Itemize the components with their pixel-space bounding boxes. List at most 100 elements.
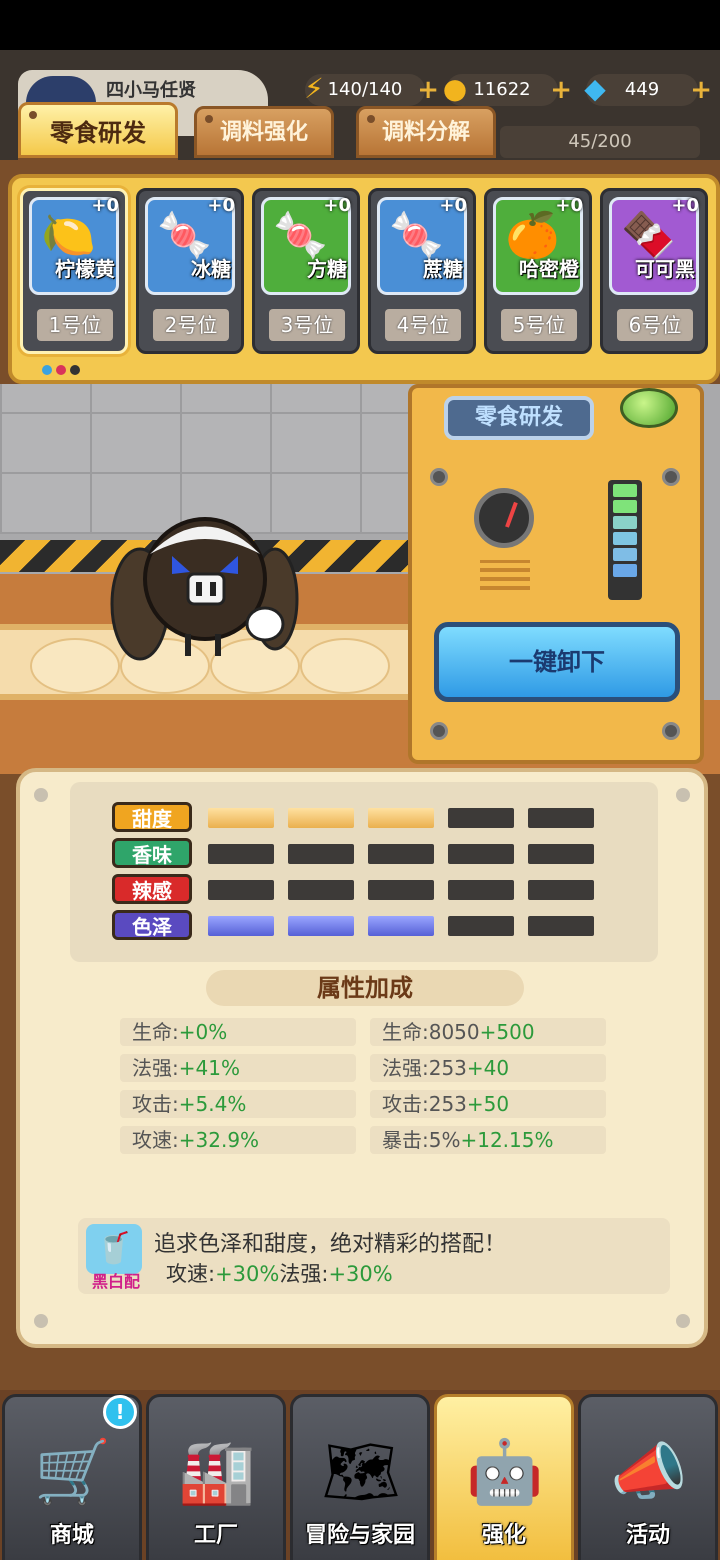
tab-label: 零食研发: [50, 119, 146, 147]
attribute-segment: [368, 844, 434, 864]
slot-count: +0: [439, 195, 467, 216]
slot-1[interactable]: 🍋 +0 柠檬黄 1号位: [20, 188, 128, 354]
machine-green-button[interactable]: [620, 388, 678, 428]
slot-position: 5号位: [501, 309, 577, 341]
stat-value: +32.9%: [178, 1128, 260, 1152]
megaphone-icon: 📣: [610, 1435, 688, 1508]
attribute-segment: [448, 916, 514, 936]
stat-label: 生命:8050: [382, 1020, 480, 1044]
panel-rivet: [34, 1314, 48, 1328]
belt-roller: [30, 638, 120, 694]
combo-cup-icon: 🥤: [86, 1224, 142, 1274]
slot-position: 6号位: [617, 309, 693, 341]
page-dot: [56, 365, 66, 375]
slot-count: +0: [207, 195, 235, 216]
bolt-icon: [430, 468, 448, 486]
belt-roller: [300, 638, 390, 694]
nav-adventure[interactable]: 🗺 冒险与家园: [290, 1394, 430, 1560]
stat-label: 法强:253: [382, 1056, 467, 1080]
bonus-stat: 暴击:5%+12.15%: [370, 1126, 606, 1154]
page-dot: [42, 365, 52, 375]
slot-2[interactable]: 🍬 +0 冰糖 2号位: [136, 188, 244, 354]
factory-area: 零食研发 一键卸下: [0, 384, 720, 774]
level-meter: [608, 480, 642, 600]
tab-seasoning-upgrade[interactable]: 调料强化: [194, 106, 334, 158]
slot-6[interactable]: 🍫 +0 可可黑 6号位: [600, 188, 708, 354]
meter-cell: [613, 516, 637, 529]
status-bar: [0, 0, 720, 50]
tab-snack-research[interactable]: 零食研发: [18, 102, 178, 158]
coin-icon: ●: [442, 72, 468, 105]
game-scene: 四小马任贤 ⚡ 140/140 + ● 11622 + ◆ 449 + 45/2…: [0, 50, 720, 1560]
cookie-character[interactable]: [110, 504, 300, 664]
nav-upgrade[interactable]: 🤖 强化: [434, 1394, 574, 1560]
stat-value: +12.15%: [460, 1128, 554, 1152]
nav-events[interactable]: 📣 活动: [578, 1394, 718, 1560]
meter-cell: [613, 564, 637, 577]
gold-value: 11622: [473, 79, 531, 100]
attributes-panel: 甜度 香味 辣感 色泽 属性加成 生命:+0% 法强:+41% 攻击:+5.4%…: [16, 768, 708, 1348]
bolt-icon: [430, 722, 448, 740]
bonus-stat: 攻击:+5.4%: [120, 1090, 356, 1118]
slot-3[interactable]: 🍬 +0 方糖 3号位: [252, 188, 360, 354]
slot-name: 方糖: [307, 257, 347, 281]
attribute-segment: [208, 844, 274, 864]
flavor-bars: 甜度 香味 辣感 色泽: [70, 782, 658, 962]
stat-label: 法强:: [132, 1056, 179, 1080]
unload-all-button[interactable]: 一键卸下: [434, 622, 680, 702]
add-gold-button[interactable]: +: [550, 74, 572, 106]
capacity-counter: 45/200: [500, 126, 700, 158]
nav-factory[interactable]: 🏭 工厂: [146, 1394, 286, 1560]
stat-label: 攻击:: [132, 1092, 179, 1116]
stat-value: +41%: [178, 1056, 240, 1080]
combo-bonus: 🥤 黑白配 追求色泽和甜度，绝对精彩的搭配！ 攻速:+30%法强:+30%: [78, 1218, 670, 1294]
nav-label: 工厂: [193, 1523, 238, 1548]
tab-pin: [367, 115, 375, 123]
bonus-stat: 生命:+0%: [120, 1018, 356, 1046]
attribute-segment: [448, 844, 514, 864]
bolt-icon: [662, 722, 680, 740]
attribute-segment: [368, 808, 434, 828]
attribute-segment: [208, 916, 274, 936]
player-name: 四小马任贤: [106, 80, 196, 101]
stat-value: +5.4%: [178, 1092, 247, 1116]
nav-label: 强化: [481, 1523, 526, 1548]
gold-counter: ● 11622 +: [443, 72, 572, 106]
attribute-segment: [288, 916, 354, 936]
gem-counter: ◆ 449 +: [584, 72, 712, 106]
slot-count: +0: [555, 195, 583, 216]
attribute-segment: [528, 808, 594, 828]
slot-count: +0: [671, 195, 699, 216]
stat-label: 暴击:5%: [382, 1128, 461, 1152]
stat-value: +500: [479, 1020, 535, 1044]
slot-5[interactable]: 🍊 +0 哈密橙 5号位: [484, 188, 592, 354]
stat-value: +40: [466, 1056, 510, 1080]
slot-position: 2号位: [153, 309, 229, 341]
attribute-segment: [368, 880, 434, 900]
page-dot: [70, 365, 80, 375]
nav-label: 商城: [49, 1523, 94, 1548]
panel-rivet: [676, 1314, 690, 1328]
notification-badge: !: [103, 1395, 137, 1429]
slot-count: +0: [91, 195, 119, 216]
nav-shop[interactable]: 🛒 ! 商城: [2, 1394, 142, 1560]
nav-label: 活动: [625, 1523, 670, 1548]
meter-cell: [613, 484, 637, 497]
stamina-value: 140/140: [327, 79, 403, 100]
slot-4[interactable]: 🍬 +0 蔗糖 4号位: [368, 188, 476, 354]
bolt-icon: [662, 468, 680, 486]
tab-seasoning-decompose[interactable]: 调料分解: [356, 106, 496, 158]
diamond-icon: ◆: [584, 72, 606, 105]
stat-label: 攻击:253: [382, 1092, 467, 1116]
attribute-tag: 香味: [112, 838, 192, 868]
page-dots: [42, 360, 84, 379]
bonus-stat: 法强:253+40: [370, 1054, 606, 1082]
tab-label: 调料强化: [219, 120, 308, 145]
add-gem-button[interactable]: +: [690, 74, 712, 106]
attribute-segment: [288, 844, 354, 864]
bonus-title: 属性加成: [206, 970, 524, 1006]
combo-effect: 攻速:+30%法强:+30%: [166, 1258, 393, 1288]
attribute-tag: 色泽: [112, 910, 192, 940]
meter-cell: [613, 500, 637, 513]
robot-icon: 🤖: [466, 1435, 544, 1508]
